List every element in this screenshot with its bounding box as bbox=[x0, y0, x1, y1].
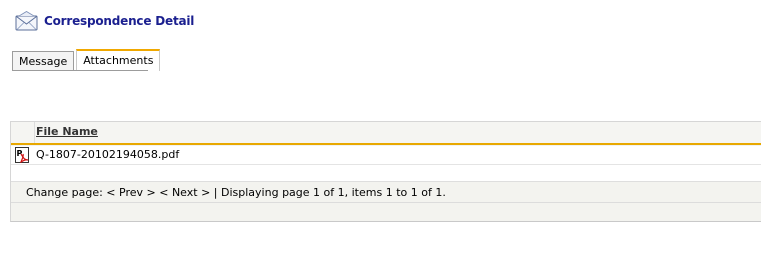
pdf-icon: P bbox=[15, 147, 31, 164]
tab-divider bbox=[12, 70, 148, 71]
change-page-label: Change page: bbox=[26, 186, 103, 199]
next-page-link[interactable]: < Next > bbox=[159, 186, 210, 199]
file-name-link[interactable]: Q-1807-20102194058.pdf bbox=[36, 148, 179, 161]
grid-empty-row bbox=[11, 165, 761, 182]
pager-bar: Change page: < Prev > < Next > | Display… bbox=[26, 186, 446, 199]
tab-message[interactable]: Message bbox=[12, 51, 75, 71]
tab-bar: Message Attachments bbox=[12, 49, 162, 71]
svg-text:P: P bbox=[17, 149, 23, 158]
tab-attachments[interactable]: Attachments bbox=[76, 49, 161, 71]
column-header-file-name[interactable]: File Name bbox=[36, 125, 98, 138]
page-title: Correspondence Detail bbox=[44, 14, 195, 28]
grid-header-row: File Name bbox=[11, 122, 761, 145]
envelope-icon bbox=[14, 10, 40, 32]
page-header: Correspondence Detail bbox=[14, 10, 194, 32]
pager-status: Displaying page 1 of 1, items 1 to 1 of … bbox=[221, 186, 446, 199]
prev-page-link[interactable]: < Prev > bbox=[106, 186, 155, 199]
attachments-grid: File Name P Q-1807-20102194058.pdf Chang… bbox=[10, 121, 761, 222]
icon-column-header bbox=[11, 122, 35, 143]
pager-separator: | bbox=[213, 186, 218, 199]
pager: Change page: < Prev > < Next > | Display… bbox=[11, 182, 761, 203]
table-row[interactable]: P Q-1807-20102194058.pdf bbox=[11, 146, 761, 165]
